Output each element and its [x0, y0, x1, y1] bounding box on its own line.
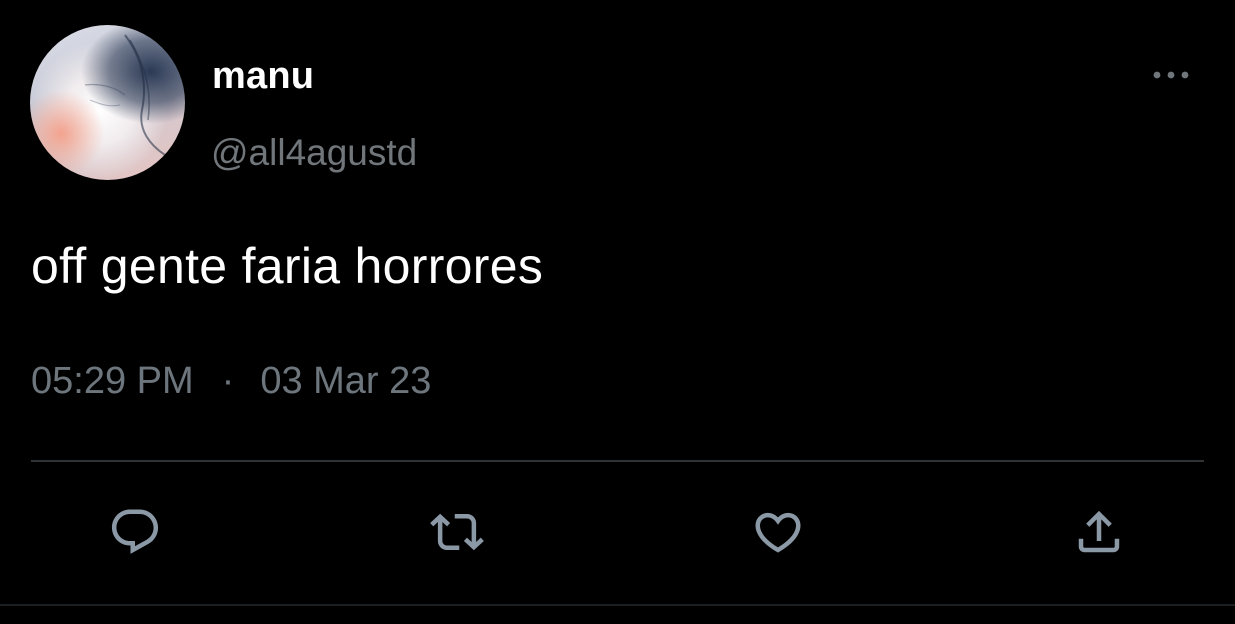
heart-icon	[755, 512, 801, 553]
user-handle[interactable]: @all4agustd	[211, 131, 417, 175]
tweet-text: off gente faria horrores	[31, 238, 544, 294]
actions-divider	[31, 460, 1204, 462]
avatar[interactable]	[30, 25, 185, 180]
more-options-button[interactable]	[1148, 58, 1194, 92]
reply-icon	[111, 509, 159, 554]
avatar-image	[84, 34, 166, 156]
meta-separator: ·	[221, 360, 235, 402]
share-button[interactable]	[1071, 504, 1127, 560]
tweet-time[interactable]: 05:29 PM	[31, 360, 194, 402]
share-icon	[1078, 510, 1120, 553]
like-button[interactable]	[750, 504, 806, 560]
tweet-date[interactable]: 03 Mar 23	[260, 360, 431, 402]
bottom-divider	[0, 604, 1235, 606]
retweet-button[interactable]	[429, 504, 485, 560]
tweet-metadata: 05:29 PM · 03 Mar 23	[31, 356, 431, 406]
tweet-card: manu @all4agustd off gente faria horrore…	[0, 0, 1235, 624]
retweet-icon	[430, 513, 484, 551]
more-horizontal-icon	[1153, 71, 1189, 79]
display-name[interactable]: manu	[212, 54, 314, 98]
reply-button[interactable]	[107, 504, 163, 560]
